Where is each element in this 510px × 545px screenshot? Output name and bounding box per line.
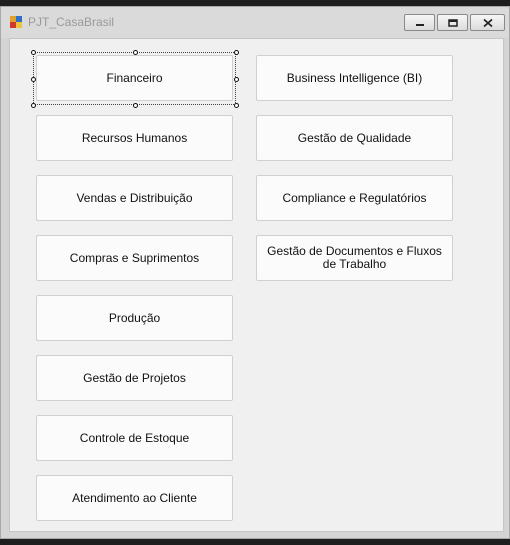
close-button[interactable] [470, 14, 505, 31]
window-title: PJT_CasaBrasil [28, 15, 115, 29]
maximize-icon [447, 18, 458, 27]
vendas-distribuicao-button[interactable]: Vendas e Distribuição [36, 175, 233, 221]
business-intelligence-button[interactable]: Business Intelligence (BI) [256, 55, 453, 101]
app-icon [10, 16, 22, 28]
financeiro-button[interactable]: Financeiro [36, 55, 233, 101]
compras-suprimentos-button[interactable]: Compras e Suprimentos [36, 235, 233, 281]
compliance-regulatorios-button[interactable]: Compliance e Regulatórios [256, 175, 453, 221]
recursos-humanos-button[interactable]: Recursos Humanos [36, 115, 233, 161]
close-icon [482, 18, 493, 27]
minimize-icon [415, 23, 424, 26]
maximize-button[interactable] [437, 14, 468, 31]
producao-button[interactable]: Produção [36, 295, 233, 341]
gestao-projetos-button[interactable]: Gestão de Projetos [36, 355, 233, 401]
gestao-qualidade-button[interactable]: Gestão de Qualidade [256, 115, 453, 161]
atendimento-cliente-button[interactable]: Atendimento ao Cliente [36, 475, 233, 521]
title-bar[interactable]: PJT_CasaBrasil [1, 7, 509, 38]
gestao-documentos-fluxos-button[interactable]: Gestão de Documentos e Fluxos de Trabalh… [256, 235, 453, 281]
minimize-button[interactable] [404, 14, 435, 31]
controle-estoque-button[interactable]: Controle de Estoque [36, 415, 233, 461]
